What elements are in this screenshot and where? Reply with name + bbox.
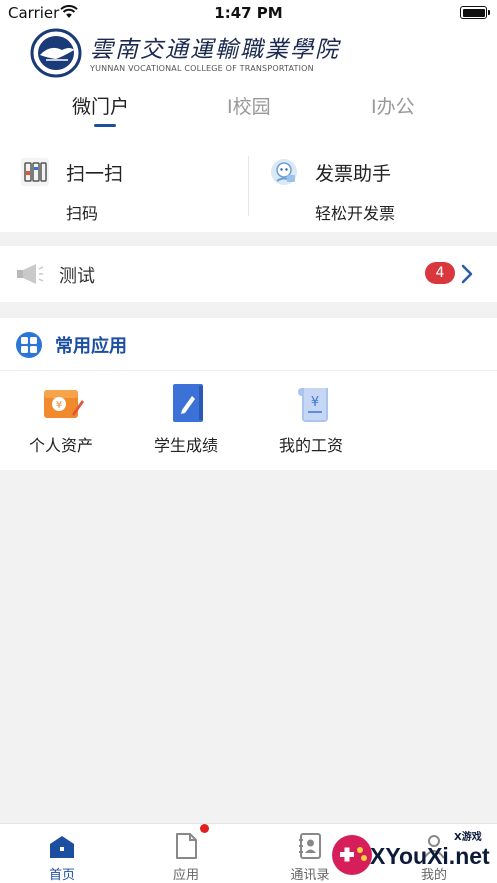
scan-button[interactable]: 扫一扫 扫码: [0, 152, 248, 232]
app-personal-assets[interactable]: ¥ 个人资产: [6, 384, 116, 464]
tabbar-home[interactable]: 首页: [0, 824, 124, 883]
status-time: 1:47 PM: [214, 4, 283, 22]
invoice-helper-button[interactable]: 发票助手 轻松开发票: [249, 152, 497, 232]
home-icon: [50, 836, 74, 858]
app-label: 我的工资: [278, 436, 343, 455]
app-student-grades[interactable]: 学生成绩: [131, 384, 241, 464]
watermark-text: XYouXi.net: [370, 843, 490, 869]
common-apps-section: 常用应用 ¥ 个人资产 学生成绩 ¥ 我的工资: [0, 318, 497, 470]
portal-header: 雲南交通運輸職業學院 YUNNAN VOCATIONAL COLLEGE OF …: [0, 26, 497, 232]
common-apps-header: 常用应用: [0, 318, 497, 371]
wallet-icon: ¥: [44, 390, 84, 418]
tabbar-label: 应用: [172, 868, 199, 883]
college-name-en: YUNNAN VOCATIONAL COLLEGE OF TRANSPORTAT…: [90, 64, 314, 73]
scan-subtitle: 扫码: [66, 204, 99, 223]
quick-divider: [248, 156, 249, 216]
status-bar: Carrier 1:47 PM: [0, 0, 497, 26]
notice-row[interactable]: 测试 4: [0, 246, 497, 302]
contacts-icon: [299, 833, 321, 859]
svg-text:¥: ¥: [56, 400, 62, 411]
battery-icon: [460, 6, 490, 19]
college-name-cn: 雲南交通運輸職業學院: [90, 37, 340, 63]
document-icon: [176, 833, 197, 859]
common-apps-title: 常用应用: [55, 336, 127, 357]
app-label: 个人资产: [28, 436, 93, 455]
salary-scroll-icon: ¥: [298, 388, 328, 422]
watermark: X游戏 XYouXi.net: [330, 826, 497, 883]
tabbar-apps[interactable]: 应用: [124, 824, 248, 883]
college-logo: 雲南交通運輸職業學院 YUNNAN VOCATIONAL COLLEGE OF …: [30, 28, 338, 78]
scan-icon: [21, 158, 49, 186]
tabbar-label: 首页: [48, 868, 75, 883]
svg-text:¥: ¥: [311, 395, 319, 410]
invoice-helper-title: 发票助手: [315, 163, 392, 185]
notification-dot: [200, 824, 209, 833]
invoice-helper-icon: [271, 159, 297, 185]
tab-campus[interactable]: I校园: [227, 92, 271, 119]
gamepad-logo-icon: [332, 835, 372, 875]
megaphone-icon: [17, 264, 44, 284]
invoice-helper-subtitle: 轻松开发票: [315, 204, 396, 223]
apps-grid-icon: [16, 332, 42, 358]
active-tab-indicator: [94, 124, 116, 127]
watermark-small-text: X游戏: [454, 832, 482, 843]
chevron-right-icon[interactable]: [461, 264, 473, 284]
app-label: 学生成绩: [153, 436, 218, 455]
notebook-pen-icon: [173, 384, 203, 422]
notice-title: 测试: [59, 266, 95, 287]
app-my-salary[interactable]: ¥ 我的工资: [256, 384, 366, 464]
portal-tabs: 微门户 I校园 I办公: [0, 92, 497, 132]
college-seal-icon: [30, 28, 82, 78]
tab-office[interactable]: I办公: [371, 92, 415, 119]
tab-micro-portal[interactable]: 微门户: [72, 92, 129, 119]
scan-title: 扫一扫: [66, 163, 124, 185]
notice-count-badge: 4: [425, 262, 455, 284]
